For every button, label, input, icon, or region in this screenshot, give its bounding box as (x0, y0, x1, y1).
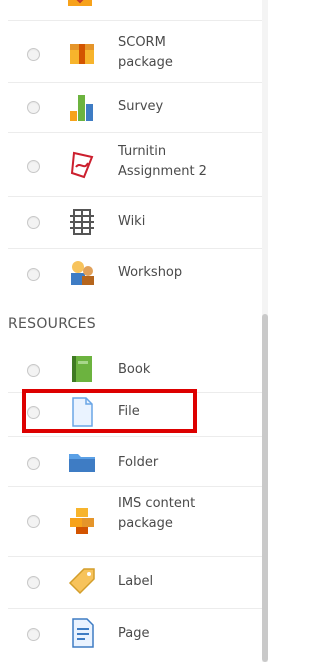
folder-icon (69, 454, 95, 472)
resource-item-page[interactable]: Page (8, 610, 260, 656)
page-icon (72, 618, 94, 648)
wiki-icon (70, 209, 94, 235)
radio-turnitin[interactable] (27, 160, 40, 173)
resources-heading: RESOURCES (8, 316, 96, 332)
radio-scorm[interactable] (27, 48, 40, 61)
scorm-package-icon (70, 44, 94, 64)
radio-folder[interactable] (27, 457, 40, 470)
resource-item-ims[interactable]: IMS content package (8, 488, 260, 552)
activity-item-scorm[interactable]: SCORM package (8, 28, 260, 80)
resource-label: Folder (118, 455, 159, 470)
radio-wiki[interactable] (27, 216, 40, 229)
radio-workshop[interactable] (27, 268, 40, 281)
resource-label: IMS content package (118, 496, 196, 531)
partial-activity-icon (68, 0, 92, 6)
activity-item-workshop[interactable]: Workshop (8, 250, 260, 296)
survey-chart-icon (70, 95, 93, 121)
radio-survey[interactable] (27, 101, 40, 114)
highlight-box (22, 389, 197, 433)
activity-item-wiki[interactable]: Wiki (8, 198, 260, 246)
radio-ims[interactable] (27, 515, 40, 528)
resource-item-folder[interactable]: Folder (8, 440, 260, 484)
activity-chooser-list: SCORM package Survey Turnitin Assignment… (8, 0, 266, 662)
activity-item-survey[interactable]: Survey (8, 84, 260, 130)
activity-label: Turnitin Assignment 2 (118, 144, 207, 179)
resource-item-book[interactable]: Book (8, 348, 260, 390)
activity-label: Workshop (118, 265, 183, 280)
radio-label[interactable] (27, 576, 40, 589)
scrollbar-thumb[interactable] (262, 314, 268, 662)
activity-item-turnitin[interactable]: Turnitin Assignment 2 (8, 136, 260, 194)
radio-book[interactable] (27, 364, 40, 377)
book-icon (72, 356, 92, 382)
resource-label: Label (118, 574, 154, 589)
label-tag-icon (68, 568, 95, 595)
resource-item-label[interactable]: Label (8, 560, 260, 604)
turnitin-icon (70, 151, 94, 179)
activity-label: Survey (118, 99, 164, 114)
ims-package-icon (70, 508, 94, 534)
activity-label: SCORM package (118, 35, 173, 70)
resource-label: Book (118, 362, 151, 377)
workshop-icon (71, 261, 94, 285)
radio-page[interactable] (27, 628, 40, 641)
activity-label: Wiki (118, 214, 146, 229)
resource-label: Page (118, 626, 150, 641)
